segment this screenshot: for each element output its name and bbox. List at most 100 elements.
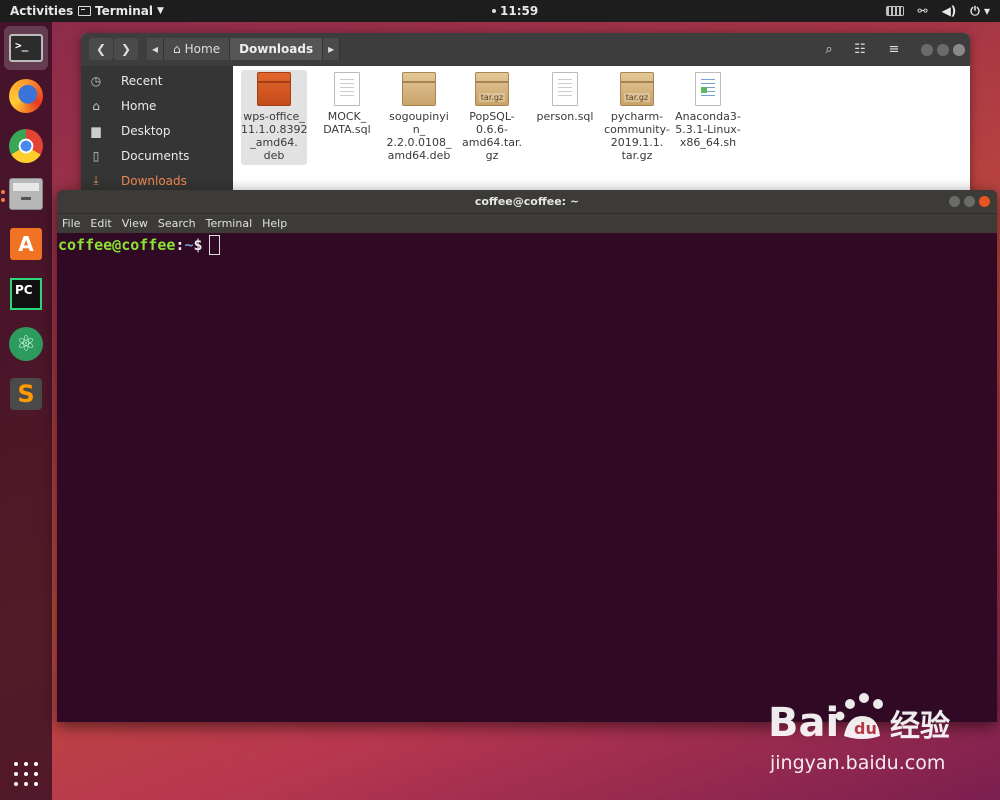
prompt-user: coffee@coffee (58, 236, 176, 254)
folder-icon: ▆ (91, 123, 101, 138)
watermark-url: jingyan.baidu.com (770, 752, 946, 774)
file-item[interactable]: sogoupinyi n_ 2.2.0.0108_ amd64.deb (386, 70, 452, 162)
menu-edit[interactable]: Edit (85, 214, 116, 233)
menu-search[interactable]: Search (153, 214, 201, 233)
minimize-button[interactable] (921, 44, 933, 56)
terminal-window: coffee@coffee: ~ File Edit View Search T… (57, 190, 997, 722)
close-button[interactable] (953, 44, 965, 56)
path-scroll-left[interactable]: ◂ (147, 38, 165, 60)
files-window: ❮ ❯ ◂ ⌂ Home Downloads ▸ ⌕ ☷ ≡ ◷ Recent … (81, 33, 970, 193)
forward-button[interactable]: ❯ (114, 38, 138, 60)
file-item[interactable]: tar.gz pycharm- community- 2019.1.1. tar… (604, 70, 670, 162)
menu-terminal[interactable]: Terminal (201, 214, 258, 233)
chevron-right-icon: ❯ (120, 42, 132, 56)
sidebar-item-recent[interactable]: ◷ Recent (81, 68, 233, 93)
file-name: Anaconda3- 5.3.1-Linux- x86_64.sh (675, 110, 741, 149)
list-view-icon: ☷ (854, 41, 866, 57)
file-name: person.sql (536, 110, 594, 123)
file-name: PopSQL- 0.6.6- amd64.tar. gz (462, 110, 522, 162)
chevron-left-icon: ❮ (95, 42, 107, 56)
dock-files[interactable] (4, 172, 48, 216)
files-icon (9, 178, 43, 210)
file-item[interactable]: person.sql (532, 70, 598, 123)
clock[interactable]: 11:59 (492, 4, 538, 18)
sidebar-item-home[interactable]: ⌂ Home (81, 93, 233, 118)
prompt-symbol: $ (193, 236, 203, 254)
chrome-icon (9, 129, 43, 163)
file-item[interactable]: MOCK_ DATA.sql (314, 70, 380, 136)
firefox-icon (9, 79, 43, 113)
file-item[interactable]: tar.gz PopSQL- 0.6.6- amd64.tar. gz (459, 70, 525, 162)
sidebar-item-label: Home (121, 98, 157, 113)
view-toggle-button[interactable]: ☷ (847, 38, 873, 60)
dock-chrome[interactable] (4, 124, 48, 168)
script-file-icon (695, 72, 721, 106)
close-button[interactable] (979, 196, 990, 207)
prompt-colon: : (175, 236, 185, 254)
app-menu-label: Terminal (95, 4, 154, 18)
home-icon: ⌂ (92, 98, 100, 113)
path-segment-downloads[interactable]: Downloads (230, 38, 324, 60)
path-segment-label: Downloads (239, 42, 314, 56)
network-icon[interactable]: ⚯ (918, 3, 928, 19)
pycharm-icon: PC (10, 278, 42, 310)
dock-pycharm[interactable]: PC (4, 272, 48, 316)
package-icon (257, 72, 291, 106)
file-item[interactable]: Anaconda3- 5.3.1-Linux- x86_64.sh (675, 70, 741, 149)
clock-icon: ◷ (90, 73, 102, 88)
shell-prompt: coffee@coffee: ~ $ (58, 235, 220, 255)
maximize-button[interactable] (937, 44, 949, 56)
back-button[interactable]: ❮ (89, 38, 113, 60)
prompt-path: ~ (184, 236, 194, 254)
terminal-output[interactable]: coffee@coffee: ~ $ (57, 233, 997, 722)
power-icon[interactable]: ⏻ ▾ (970, 3, 990, 19)
app-menu[interactable]: Terminal ▼ (78, 4, 164, 18)
sidebar-item-label: Recent (121, 73, 163, 88)
menu-file[interactable]: File (57, 214, 85, 233)
terminal-title-bar[interactable]: coffee@coffee: ~ (57, 190, 997, 213)
caret-right-icon: ▸ (328, 42, 335, 56)
baidu-watermark: Bai du 经验 jingyan.baidu.com (768, 690, 988, 785)
hamburger-icon: ≡ (888, 41, 900, 57)
path-scroll-right[interactable]: ▸ (323, 38, 341, 60)
terminal-icon (78, 6, 91, 16)
sidebar-item-documents[interactable]: ▯ Documents (81, 143, 233, 168)
notification-dot-icon (492, 9, 496, 13)
file-item[interactable]: wps-office_ 11.1.0.8392 _amd64. deb (241, 70, 307, 165)
file-name: wps-office_ 11.1.0.8392 _amd64. deb (241, 110, 308, 162)
file-name: MOCK_ DATA.sql (323, 110, 371, 136)
terminal-menubar: File Edit View Search Terminal Help (57, 213, 997, 233)
minimize-button[interactable] (949, 196, 960, 207)
sidebar-item-desktop[interactable]: ▆ Desktop (81, 118, 233, 143)
svg-text:du: du (854, 719, 877, 738)
file-type-tag: tar.gz (479, 93, 505, 102)
show-applications-icon[interactable] (14, 762, 38, 786)
menu-button[interactable]: ≡ (881, 38, 907, 60)
files-header-bar: ❮ ❯ ◂ ⌂ Home Downloads ▸ ⌕ ☷ ≡ (81, 33, 970, 66)
package-icon (402, 72, 436, 106)
file-type-tag: tar.gz (624, 93, 650, 102)
maximize-button[interactable] (964, 196, 975, 207)
path-segment-home[interactable]: ⌂ Home (164, 38, 231, 60)
sublime-icon: S (10, 378, 42, 410)
dock: >_ A PC ⚛ S (0, 22, 52, 800)
volume-icon[interactable]: ◀) (942, 3, 957, 19)
software-store-icon: A (10, 228, 42, 260)
menu-view[interactable]: View (117, 214, 153, 233)
system-tray[interactable]: ⚯ ◀) ⏻ ▾ (885, 3, 990, 19)
dock-software-store[interactable]: A (4, 222, 48, 266)
menu-help[interactable]: Help (257, 214, 292, 233)
svg-text:Bai: Bai (768, 700, 839, 746)
search-button[interactable]: ⌕ (816, 38, 842, 60)
dock-firefox[interactable] (4, 74, 48, 118)
dock-sublime[interactable]: S (4, 372, 48, 416)
file-grid: wps-office_ 11.1.0.8392 _amd64. deb MOCK… (233, 66, 970, 193)
activities-button[interactable]: Activities (10, 4, 73, 18)
keyboard-icon[interactable] (885, 6, 904, 16)
path-bar: ◂ ⌂ Home Downloads ▸ (147, 38, 341, 60)
sidebar-item-label: Downloads (121, 173, 187, 188)
dock-terminal[interactable]: >_ (4, 26, 48, 70)
text-cursor (208, 235, 220, 255)
baidu-logo: Bai du 经验 (768, 693, 950, 746)
dock-atom[interactable]: ⚛ (4, 322, 48, 366)
